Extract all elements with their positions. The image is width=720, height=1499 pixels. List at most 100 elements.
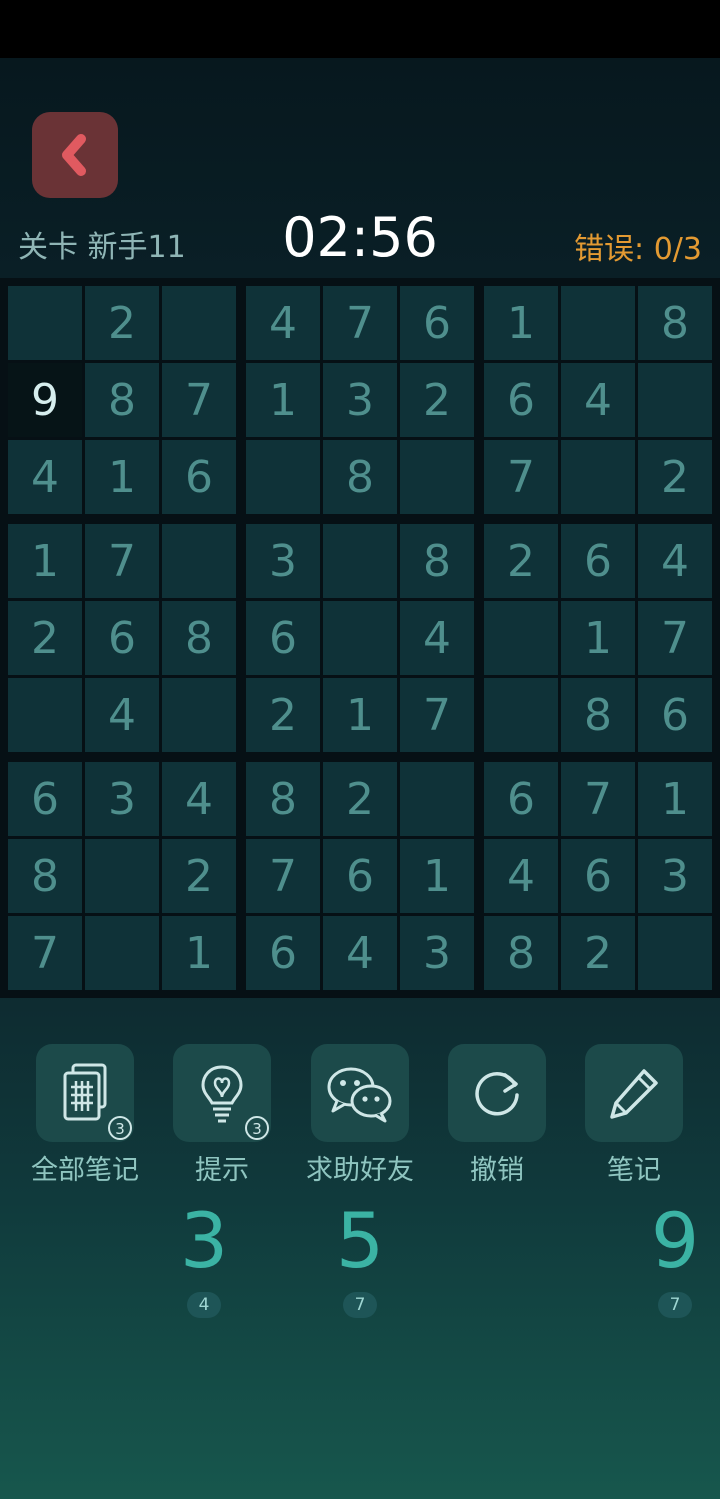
undo-button[interactable]: 撤销 (447, 1044, 547, 1186)
sudoku-cell[interactable]: 1 (162, 916, 236, 990)
sudoku-cell[interactable]: 8 (162, 601, 236, 675)
sudoku-cell[interactable]: 8 (638, 286, 712, 360)
sudoku-cell[interactable]: 7 (400, 678, 474, 752)
sudoku-cell[interactable]: 1 (246, 363, 320, 437)
tool-label: 提示 (195, 1155, 249, 1186)
sudoku-cell[interactable]: 2 (246, 678, 320, 752)
sudoku-cell[interactable]: 8 (85, 363, 159, 437)
sudoku-cell[interactable]: 4 (484, 839, 558, 913)
sudoku-cell[interactable]: 8 (561, 678, 635, 752)
all-notes-button[interactable]: 3 全部笔记 (31, 1044, 139, 1186)
sudoku-cell[interactable]: 6 (484, 762, 558, 836)
sudoku-cell[interactable]: 3 (638, 839, 712, 913)
sudoku-cell[interactable]: 3 (85, 762, 159, 836)
sudoku-cell[interactable]: 2 (8, 601, 82, 675)
sudoku-cell[interactable]: 2 (162, 839, 236, 913)
sudoku-cell[interactable] (400, 762, 474, 836)
sudoku-cell[interactable]: 8 (323, 440, 397, 514)
sudoku-cell[interactable] (561, 440, 635, 514)
sudoku-cell[interactable]: 8 (246, 762, 320, 836)
sudoku-cell[interactable]: 6 (561, 839, 635, 913)
sudoku-cell[interactable] (162, 678, 236, 752)
sudoku-cell[interactable]: 4 (323, 916, 397, 990)
sudoku-cell[interactable]: 4 (400, 601, 474, 675)
sudoku-cell[interactable]: 4 (8, 440, 82, 514)
sudoku-cell[interactable] (323, 601, 397, 675)
numpad-key-5[interactable]: 5 7 (320, 1196, 400, 1318)
sudoku-cell[interactable]: 8 (400, 524, 474, 598)
sudoku-cell[interactable]: 2 (323, 762, 397, 836)
sudoku-cell[interactable]: 3 (323, 363, 397, 437)
sudoku-cell[interactable] (561, 286, 635, 360)
sudoku-cell[interactable]: 7 (85, 524, 159, 598)
sudoku-cell[interactable]: 6 (162, 440, 236, 514)
sudoku-cell[interactable]: 8 (8, 839, 82, 913)
sudoku-cell[interactable]: 1 (85, 440, 159, 514)
tool-label: 笔记 (607, 1155, 661, 1186)
hint-button[interactable]: 3 提示 (172, 1044, 272, 1186)
sudoku-cell[interactable]: 1 (561, 601, 635, 675)
sudoku-cell[interactable] (85, 916, 159, 990)
numpad-key-9[interactable]: 9 7 (635, 1196, 715, 1318)
sudoku-cell[interactable]: 8 (484, 916, 558, 990)
sudoku-cell[interactable] (638, 916, 712, 990)
sudoku-cell[interactable]: 2 (561, 916, 635, 990)
sudoku-cell[interactable]: 6 (400, 286, 474, 360)
numpad-key-3[interactable]: 3 4 (164, 1196, 244, 1318)
sudoku-cell[interactable]: 4 (162, 762, 236, 836)
all-notes-button-box[interactable]: 3 (36, 1044, 134, 1142)
sudoku-cell-selected[interactable]: 9 (8, 363, 82, 437)
sudoku-cell[interactable] (162, 286, 236, 360)
sudoku-cell[interactable]: 7 (323, 286, 397, 360)
notes-button-box[interactable] (585, 1044, 683, 1142)
sudoku-cell[interactable]: 6 (484, 363, 558, 437)
sudoku-cell[interactable]: 3 (246, 524, 320, 598)
sudoku-cell[interactable]: 6 (246, 601, 320, 675)
hint-button-box[interactable]: 3 (173, 1044, 271, 1142)
sudoku-cell[interactable]: 2 (484, 524, 558, 598)
sudoku-cell[interactable]: 4 (246, 286, 320, 360)
sudoku-cell[interactable]: 7 (561, 762, 635, 836)
sudoku-cell[interactable]: 6 (323, 839, 397, 913)
sudoku-cell[interactable]: 1 (8, 524, 82, 598)
sudoku-cell[interactable] (8, 286, 82, 360)
board-block: 8 2 7 6 1 6 4 3 (246, 762, 476, 992)
sudoku-cell[interactable]: 6 (246, 916, 320, 990)
sudoku-cell[interactable] (323, 524, 397, 598)
sudoku-cell[interactable]: 7 (162, 363, 236, 437)
sudoku-cell[interactable]: 7 (8, 916, 82, 990)
notes-button[interactable]: 笔记 (584, 1044, 684, 1186)
undo-button-box[interactable] (448, 1044, 546, 1142)
sudoku-cell[interactable]: 7 (638, 601, 712, 675)
sudoku-cell[interactable]: 4 (561, 363, 635, 437)
sudoku-cell[interactable]: 1 (323, 678, 397, 752)
sudoku-cell[interactable]: 1 (400, 839, 474, 913)
sudoku-cell[interactable]: 3 (400, 916, 474, 990)
undo-icon (475, 1072, 519, 1116)
board-block: 6 3 4 8 2 7 1 (8, 762, 238, 992)
sudoku-cell[interactable] (8, 678, 82, 752)
sudoku-cell[interactable] (246, 440, 320, 514)
sudoku-cell[interactable] (162, 524, 236, 598)
sudoku-cell[interactable]: 1 (638, 762, 712, 836)
sudoku-cell[interactable]: 2 (85, 286, 159, 360)
sudoku-cell[interactable]: 6 (561, 524, 635, 598)
ask-friend-button[interactable]: 求助好友 (306, 1044, 414, 1186)
sudoku-cell[interactable]: 1 (484, 286, 558, 360)
sudoku-cell[interactable]: 7 (484, 440, 558, 514)
ask-friend-button-box[interactable] (311, 1044, 409, 1142)
back-button[interactable] (32, 112, 118, 198)
sudoku-cell[interactable] (638, 363, 712, 437)
sudoku-cell[interactable]: 4 (85, 678, 159, 752)
sudoku-cell[interactable]: 4 (638, 524, 712, 598)
sudoku-cell[interactable]: 7 (246, 839, 320, 913)
sudoku-cell[interactable]: 6 (85, 601, 159, 675)
sudoku-cell[interactable] (400, 440, 474, 514)
sudoku-cell[interactable]: 2 (638, 440, 712, 514)
sudoku-cell[interactable]: 6 (8, 762, 82, 836)
sudoku-cell[interactable] (484, 678, 558, 752)
sudoku-cell[interactable] (484, 601, 558, 675)
sudoku-cell[interactable]: 6 (638, 678, 712, 752)
sudoku-cell[interactable]: 2 (400, 363, 474, 437)
sudoku-cell[interactable] (85, 839, 159, 913)
